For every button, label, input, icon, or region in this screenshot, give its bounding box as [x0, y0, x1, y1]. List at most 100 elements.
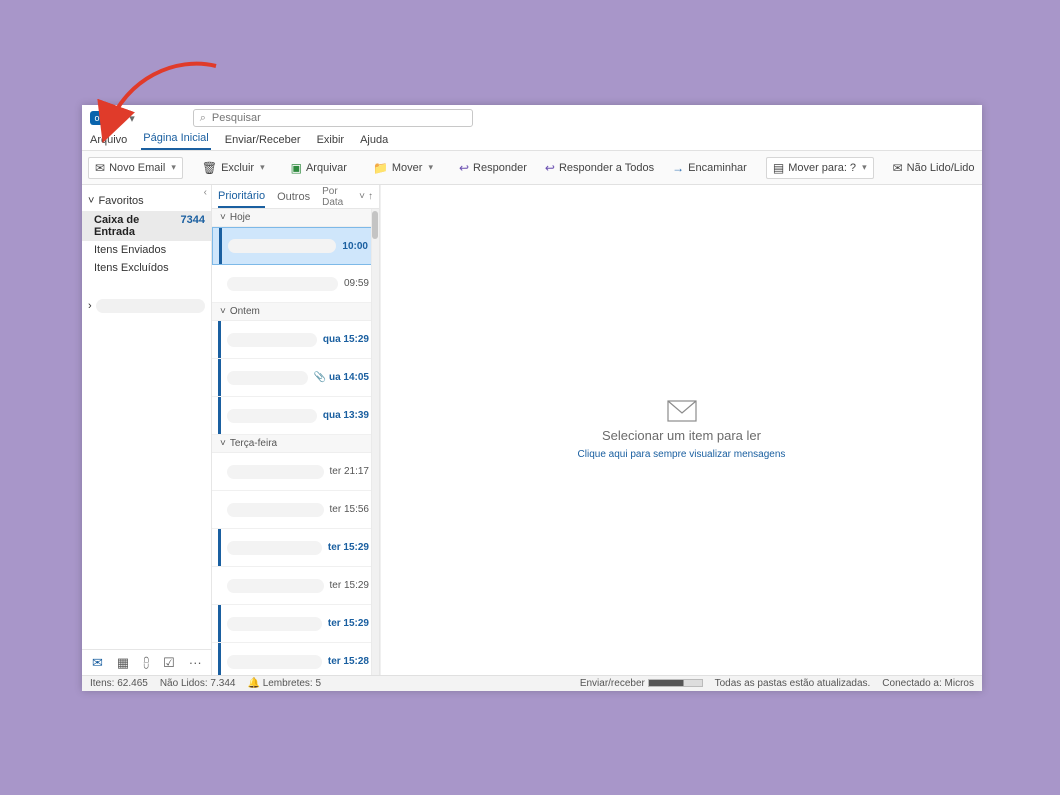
chevron-down-icon: ˅ [220, 438, 226, 449]
message-row[interactable]: 📎ua 14:05 [212, 359, 379, 397]
nav-favorites-header[interactable]: ˅ Favoritos [82, 185, 211, 211]
nav-collapse-icon[interactable]: ‹ [204, 187, 207, 198]
body: ‹ ˅ Favoritos Caixa de Entrada 7344 Iten… [82, 185, 982, 675]
delete-button[interactable]: 🗑 Excluir ▾ [195, 157, 272, 179]
nav-sent[interactable]: Itens Enviados [82, 241, 211, 259]
move-button[interactable]: 📁 Mover ▾ [366, 157, 440, 179]
message-time-label: qua 15:29 [323, 334, 369, 345]
group-label: Hoje [230, 212, 251, 223]
redacted-sender [227, 579, 324, 593]
message-row[interactable]: 09:59 [212, 265, 379, 303]
reply-button[interactable]: ↩ Responder [452, 157, 534, 179]
unread-indicator [218, 529, 221, 566]
message-time: ter 15:28 [328, 656, 369, 667]
message-time-label: ter 15:28 [328, 656, 369, 667]
novo-email-button[interactable]: ✉ Novo Email ▾ [88, 157, 183, 179]
responder-todos-label: Responder a Todos [559, 162, 654, 174]
qat-caret-icon[interactable]: ▾ [129, 112, 135, 125]
scrollbar[interactable] [371, 209, 379, 675]
message-time-label: ter 15:56 [330, 504, 369, 515]
sort-dropdown[interactable]: Por Data ˅ ↑ [322, 186, 373, 208]
archive-button[interactable]: ▣ Arquivar [284, 157, 354, 179]
nav-pane: ‹ ˅ Favoritos Caixa de Entrada 7344 Iten… [82, 185, 212, 675]
nao-lido-label: Não Lido/Lido [907, 162, 975, 174]
message-row[interactable]: ter 15:56 [212, 491, 379, 529]
nav-item-label: Itens Enviados [94, 244, 166, 256]
outlook-logo-icon: o [90, 111, 104, 125]
nav-inbox[interactable]: Caixa de Entrada 7344 [82, 211, 211, 241]
sort-up-icon: ↑ [368, 191, 373, 202]
status-connected: Conectado a: Micros [882, 678, 974, 689]
message-list: Prioritário Outros Por Data ˅ ↑ ˅ Hoje 10:… [212, 185, 380, 675]
mail-view-icon[interactable]: ✉ [92, 655, 103, 671]
tab-ajuda[interactable]: Ajuda [358, 132, 390, 150]
tab-pagina-inicial[interactable]: Página Inicial [141, 130, 210, 150]
move-to-button[interactable]: ▤ Mover para: ? ▾ [766, 157, 874, 179]
status-unread: Não Lidos: 7.344 [160, 678, 236, 689]
envelope-open-icon: ✉ [893, 161, 903, 175]
tasks-view-icon[interactable]: ☑ [163, 655, 175, 671]
reply-all-button[interactable]: ↩ Responder a Todos [538, 157, 661, 179]
message-row[interactable]: qua 15:29 [212, 321, 379, 359]
chevron-down-icon: ˅ [220, 212, 226, 223]
unread-indicator [218, 453, 221, 490]
nav-account-row[interactable]: › [82, 295, 211, 317]
calendar-view-icon[interactable]: ▦ [117, 655, 129, 671]
titlebar: o ↺ ▾ ⌕ [82, 105, 982, 129]
chevron-down-icon: ▾ [428, 162, 433, 173]
attachment-icon: 📎 [314, 372, 326, 383]
message-time-label: 09:59 [344, 278, 369, 289]
sort-label: Por Data [322, 186, 356, 208]
message-row[interactable]: ter 15:28 [212, 643, 379, 675]
chevron-down-icon: ˅ [88, 195, 94, 207]
tab-enviar-receber[interactable]: Enviar/Receber [223, 132, 303, 150]
tab-arquivo[interactable]: Arquivo [88, 132, 129, 150]
redacted-sender [228, 239, 336, 253]
nav-footer: ✉ ▦ ⩉ ☑ ··· [82, 649, 211, 675]
more-icon[interactable]: ··· [189, 655, 202, 670]
quick-access-toolbar: ↺ ▾ [112, 112, 135, 125]
trash-icon: 🗑 [202, 161, 217, 175]
message-row[interactable]: ter 15:29 [212, 567, 379, 605]
chevron-down-icon: ▾ [862, 162, 867, 173]
message-row[interactable]: 10:00 [212, 227, 379, 265]
message-row[interactable]: ter 15:29 [212, 605, 379, 643]
unread-indicator [218, 321, 221, 358]
message-row[interactable]: ter 21:17 [212, 453, 379, 491]
tab-prioritario[interactable]: Prioritário [218, 186, 265, 208]
status-send-receive: Enviar/receber [580, 678, 703, 689]
search-box[interactable]: ⌕ [193, 109, 473, 127]
undo-icon[interactable]: ↺ [112, 112, 121, 125]
message-group-header[interactable]: ˅Terça-feira [212, 435, 379, 453]
message-time: ter 21:17 [330, 466, 369, 477]
archive-icon: ▣ [291, 161, 302, 175]
message-group-header[interactable]: ˅ Hoje [212, 209, 379, 227]
redacted-sender [227, 617, 322, 631]
nav-item-label: Caixa de Entrada [94, 214, 181, 238]
status-reminders[interactable]: 🔔 Lembretes: 5 [247, 678, 321, 689]
people-view-icon[interactable]: ⩉ [143, 655, 149, 671]
nav-deleted[interactable]: Itens Excluídos [82, 259, 211, 277]
message-list-scroll[interactable]: ˅Hoje10:0009:59˅Ontemqua 15:29📎ua 14:05q… [212, 209, 379, 675]
redacted-sender [227, 541, 322, 555]
unread-button[interactable]: ✉ Não Lido/Lido [886, 157, 982, 179]
tab-exibir[interactable]: Exibir [315, 132, 347, 150]
message-group-header[interactable]: ˅Ontem [212, 303, 379, 321]
forward-button[interactable]: → Encaminhar [665, 157, 754, 179]
status-reminders-label: Lembretes: 5 [263, 678, 321, 689]
unread-indicator [218, 491, 221, 528]
scrollbar-thumb[interactable] [372, 211, 378, 239]
message-time-label: ua 14:05 [329, 372, 369, 383]
message-time-label: ter 15:29 [328, 618, 369, 629]
message-time-label: ter 15:29 [328, 542, 369, 553]
redacted-sender [227, 655, 322, 669]
chevron-down-icon: ˅ [359, 191, 365, 202]
search-input[interactable] [212, 112, 466, 124]
tab-outros[interactable]: Outros [277, 187, 310, 207]
redacted-sender [227, 333, 317, 347]
message-row[interactable]: ter 15:29 [212, 529, 379, 567]
message-time: ter 15:29 [328, 618, 369, 629]
message-row[interactable]: qua 13:39 [212, 397, 379, 435]
reading-always-preview-link[interactable]: Clique aqui para sempre visualizar mensa… [578, 449, 786, 460]
message-time-label: 10:00 [342, 241, 368, 252]
